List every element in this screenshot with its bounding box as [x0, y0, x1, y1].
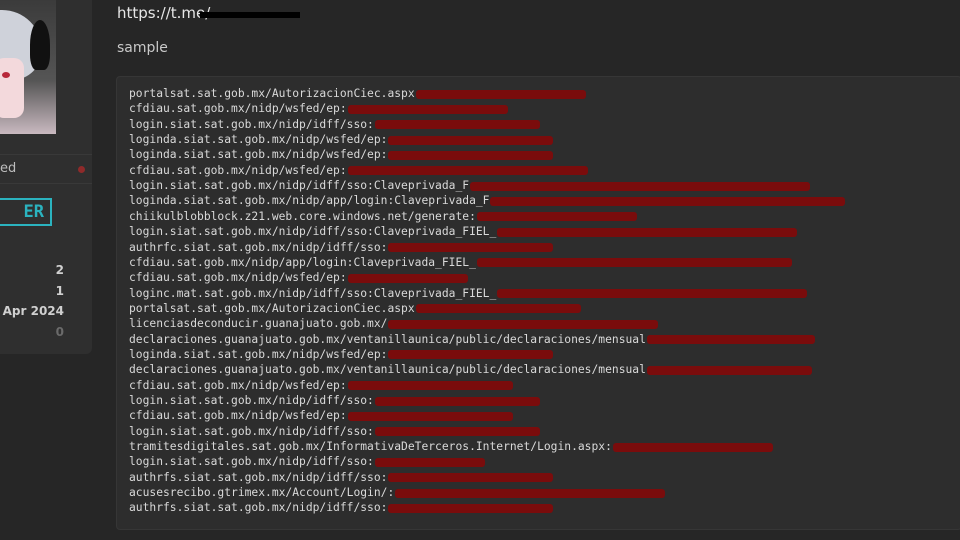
- stat-value-4: 0: [55, 325, 64, 339]
- user-status-text: ed: [0, 161, 17, 176]
- code-line: loginda.siat.sat.gob.mx/nidp/wsfed/ep:: [129, 347, 554, 362]
- redaction-bar: [646, 335, 815, 345]
- code-block[interactable]: portalsat.sat.gob.mx/AutorizacionCiec.as…: [116, 76, 960, 530]
- redaction-bar: [388, 243, 554, 252]
- redaction-bar: [347, 104, 508, 114]
- code-line-text: loginda.siat.sat.gob.mx/nidp/wsfed/ep:: [129, 347, 388, 361]
- code-line-text: loginda.siat.sat.gob.mx/nidp/wsfed/ep:: [129, 133, 388, 147]
- code-line: tramitesdigitales.sat.gob.mx/Informativa…: [129, 439, 773, 454]
- code-line-text: login.siat.sat.gob.mx/nidp/idff/sso:: [129, 455, 374, 469]
- status-dot-icon: [78, 166, 85, 173]
- code-line: cfdiau.sat.gob.mx/nidp/app/login:Clavepr…: [129, 255, 792, 270]
- redaction-bar: [388, 319, 659, 329]
- code-line: authrfc.siat.sat.gob.mx/nidp/idff/sso:: [129, 240, 554, 255]
- redaction-bar: [415, 304, 581, 314]
- code-line: authrfs.siat.sat.gob.mx/nidp/idff/sso:: [129, 470, 554, 485]
- code-line-text: authrfs.siat.sat.gob.mx/nidp/idff/sso:: [129, 470, 388, 484]
- code-line: loginda.siat.sat.gob.mx/nidp/wsfed/ep:: [129, 132, 554, 147]
- redaction-bar: [490, 196, 846, 206]
- code-line: portalsat.sat.gob.mx/AutorizacionCiec.as…: [129, 86, 586, 101]
- stat-value-1: 2: [55, 263, 64, 277]
- code-line-text: acusesrecibo.gtrimex.mx/Account/Login/:: [129, 486, 395, 500]
- redaction-bar: [347, 166, 588, 176]
- code-line: cfdiau.sat.gob.mx/nidp/wsfed/ep:: [129, 163, 588, 178]
- code-line: login.siat.sat.gob.mx/nidp/idff/sso:Clav…: [129, 224, 798, 239]
- redaction-bar: [476, 258, 792, 268]
- code-line: loginda.siat.sat.gob.mx/nidp/app/login:C…: [129, 193, 846, 208]
- stat-joined-date: Apr 2024: [2, 304, 64, 318]
- code-line-text: portalsat.sat.gob.mx/AutorizacionCiec.as…: [129, 301, 415, 315]
- code-line-text: chiikulblobblock.z21.web.core.windows.ne…: [129, 209, 476, 223]
- redaction-bar: [388, 150, 554, 160]
- rank-badge: ER: [0, 198, 52, 226]
- code-line: acusesrecibo.gtrimex.mx/Account/Login/:: [129, 485, 666, 500]
- code-line: login.siat.sat.gob.mx/nidp/idff/sso:: [129, 393, 540, 408]
- code-line: chiikulblobblock.z21.web.core.windows.ne…: [129, 209, 637, 224]
- redaction-bar: [612, 442, 773, 452]
- redaction-bar: [347, 273, 468, 283]
- redaction-bar: [497, 289, 808, 299]
- code-line: loginc.mat.sat.gob.mx/nidp/idff/sso:Clav…: [129, 286, 808, 301]
- user-card: ed ER 2 1 Apr 2024 0: [0, 0, 92, 354]
- code-line-text: cfdiau.sat.gob.mx/nidp/app/login:Clavepr…: [129, 255, 476, 269]
- code-line-text: cfdiau.sat.gob.mx/nidp/wsfed/ep:: [129, 102, 347, 116]
- code-line: cfdiau.sat.gob.mx/nidp/wsfed/ep:: [129, 378, 513, 393]
- telegram-link[interactable]: https://t.me/: [117, 4, 210, 22]
- user-status-row: ed: [0, 154, 92, 184]
- code-line: loginda.siat.sat.gob.mx/nidp/wsfed/ep:: [129, 147, 554, 162]
- redaction-bar: [646, 365, 812, 375]
- code-line-text: loginda.siat.sat.gob.mx/nidp/app/login:C…: [129, 194, 490, 208]
- redaction-bar: [374, 120, 540, 130]
- redaction-bar: [476, 212, 637, 222]
- code-line-text: cfdiau.sat.gob.mx/nidp/wsfed/ep:: [129, 271, 347, 285]
- code-line-text: loginda.siat.sat.gob.mx/nidp/wsfed/ep:: [129, 148, 388, 162]
- code-line-text: login.siat.sat.gob.mx/nidp/idff/sso:: [129, 424, 374, 438]
- code-line: declaraciones.guanajuato.gob.mx/ventanil…: [129, 332, 815, 347]
- link-redaction: [200, 12, 300, 18]
- code-line: cfdiau.sat.gob.mx/nidp/wsfed/ep:: [129, 408, 513, 423]
- redaction-bar: [374, 457, 485, 467]
- post-caption: sample: [117, 40, 168, 56]
- code-line-text: loginc.mat.sat.gob.mx/nidp/idff/sso:Clav…: [129, 286, 497, 300]
- redaction-bar: [388, 135, 554, 145]
- code-line-text: authrfc.siat.sat.gob.mx/nidp/idff/sso:: [129, 240, 388, 254]
- code-line-text: cfdiau.sat.gob.mx/nidp/wsfed/ep:: [129, 378, 347, 392]
- redaction-bar: [395, 488, 666, 498]
- code-line: login.siat.sat.gob.mx/nidp/idff/sso:: [129, 424, 540, 439]
- code-line: authrfs.siat.sat.gob.mx/nidp/idff/sso:: [129, 500, 554, 515]
- code-line-text: cfdiau.sat.gob.mx/nidp/wsfed/ep:: [129, 409, 347, 423]
- code-line-text: declaraciones.guanajuato.gob.mx/ventanil…: [129, 332, 646, 346]
- code-line: portalsat.sat.gob.mx/AutorizacionCiec.as…: [129, 301, 581, 316]
- code-line-text: cfdiau.sat.gob.mx/nidp/wsfed/ep:: [129, 163, 347, 177]
- code-line-text: licenciasdeconducir.guanajuato.gob.mx/: [129, 317, 388, 331]
- code-line: cfdiau.sat.gob.mx/nidp/wsfed/ep:: [129, 270, 468, 285]
- redaction-bar: [388, 503, 554, 513]
- code-line: login.siat.sat.gob.mx/nidp/idff/sso:: [129, 454, 485, 469]
- stat-value-2: 1: [55, 284, 64, 298]
- code-line-text: declaraciones.guanajuato.gob.mx/ventanil…: [129, 363, 646, 377]
- code-line: cfdiau.sat.gob.mx/nidp/wsfed/ep:: [129, 101, 508, 116]
- code-line-text: tramitesdigitales.sat.gob.mx/Informativa…: [129, 440, 612, 454]
- redaction-bar: [374, 396, 540, 406]
- avatar[interactable]: [0, 0, 56, 134]
- code-line-text: portalsat.sat.gob.mx/AutorizacionCiec.as…: [129, 87, 415, 100]
- redaction-bar: [374, 427, 540, 437]
- code-line: login.siat.sat.gob.mx/nidp/idff/sso:Clav…: [129, 178, 811, 193]
- redaction-bar: [347, 381, 513, 391]
- code-line-text: login.siat.sat.gob.mx/nidp/idff/sso:: [129, 117, 374, 131]
- redaction-bar: [388, 473, 554, 483]
- code-line-text: login.siat.sat.gob.mx/nidp/idff/sso:Clav…: [129, 225, 497, 239]
- redaction-bar: [347, 411, 513, 421]
- code-line-text: authrfs.siat.sat.gob.mx/nidp/idff/sso:: [129, 501, 388, 515]
- code-line-text: login.siat.sat.gob.mx/nidp/idff/sso:Clav…: [129, 179, 470, 193]
- code-line: licenciasdeconducir.guanajuato.gob.mx/: [129, 316, 659, 331]
- redaction-bar: [388, 350, 554, 360]
- redaction-bar: [470, 181, 811, 191]
- code-line: login.siat.sat.gob.mx/nidp/idff/sso:: [129, 117, 540, 132]
- code-line: declaraciones.guanajuato.gob.mx/ventanil…: [129, 362, 812, 377]
- redaction-bar: [415, 89, 586, 99]
- code-line-text: login.siat.sat.gob.mx/nidp/idff/sso:: [129, 394, 374, 407]
- redaction-bar: [497, 227, 798, 237]
